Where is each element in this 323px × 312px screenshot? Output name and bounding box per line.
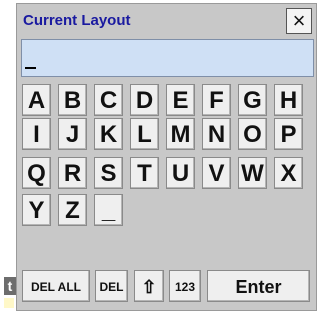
dialog-title: Current Layout [23, 12, 131, 29]
key-y[interactable]: Y [22, 194, 51, 226]
key-p[interactable]: P [274, 118, 303, 150]
key-c[interactable]: C [94, 84, 123, 116]
numbers-button[interactable]: 123 [169, 270, 201, 302]
key-m[interactable]: M [166, 118, 195, 150]
key-space[interactable]: _ [94, 194, 123, 226]
key-l[interactable]: L [130, 118, 159, 150]
key-h[interactable]: H [274, 84, 303, 116]
enter-button[interactable]: Enter [207, 270, 310, 302]
key-b[interactable]: B [58, 84, 87, 116]
key-d[interactable]: D [130, 84, 159, 116]
key-i[interactable]: I [22, 118, 51, 150]
text-input[interactable] [21, 39, 314, 77]
key-o[interactable]: O [238, 118, 267, 150]
close-button[interactable]: × [286, 8, 312, 34]
key-x[interactable]: X [274, 157, 303, 189]
key-g[interactable]: G [238, 84, 267, 116]
key-f[interactable]: F [202, 84, 231, 116]
key-e[interactable]: E [166, 84, 195, 116]
keyboard-dialog: Current Layout × A B C D E F G H I J K L… [16, 3, 317, 311]
key-s[interactable]: S [94, 157, 123, 189]
text-caret [25, 67, 36, 69]
key-w[interactable]: W [238, 157, 267, 189]
partial-label: t [4, 277, 16, 295]
delete-button[interactable]: DEL [95, 270, 128, 302]
key-j[interactable]: J [58, 118, 87, 150]
background-panel-left: t [0, 0, 16, 312]
shift-arrow-icon[interactable]: ⇧ [134, 270, 164, 302]
key-q[interactable]: Q [22, 157, 51, 189]
key-z[interactable]: Z [58, 194, 87, 226]
key-v[interactable]: V [202, 157, 231, 189]
key-r[interactable]: R [58, 157, 87, 189]
delete-all-button[interactable]: DEL ALL [22, 270, 90, 302]
key-k[interactable]: K [94, 118, 123, 150]
key-a[interactable]: A [22, 84, 51, 116]
partial-highlight [4, 298, 14, 308]
key-t[interactable]: T [130, 157, 159, 189]
key-u[interactable]: U [166, 157, 195, 189]
key-n[interactable]: N [202, 118, 231, 150]
